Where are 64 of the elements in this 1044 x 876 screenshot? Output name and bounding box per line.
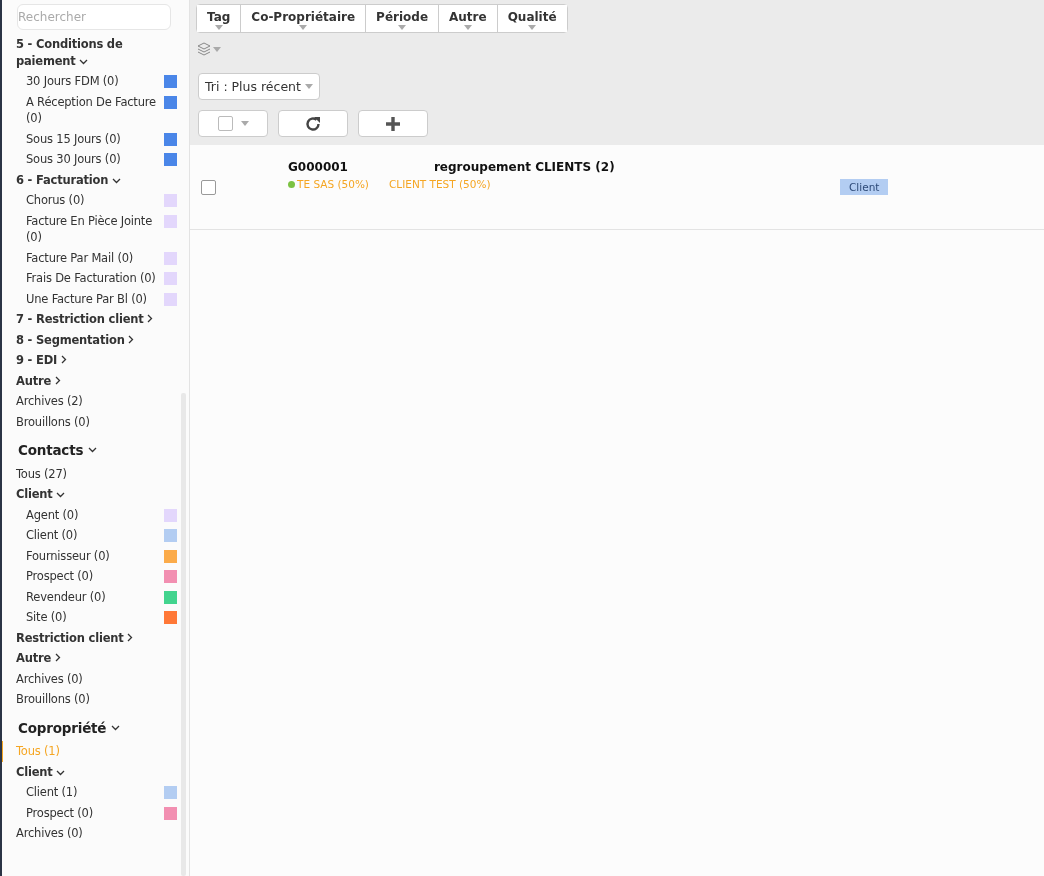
record-code: G000001 (288, 160, 348, 174)
category-item[interactable]: Frais De Facturation (0) (2, 268, 177, 289)
sidebar-item[interactable]: Brouillons (0) (2, 411, 177, 432)
category-item[interactable]: Prospect (0) (2, 566, 177, 587)
category-item[interactable]: Chorus (0) (2, 190, 177, 211)
refresh-button[interactable] (278, 110, 348, 137)
chevron-down-icon (56, 769, 66, 776)
category-item[interactable]: Facture Par Mail (0) (2, 247, 177, 268)
category-item[interactable]: Sous 15 Jours (0) (2, 128, 177, 149)
sort-dropdown[interactable]: Tri : Plus récent (198, 73, 320, 100)
chevron-right-icon (128, 334, 135, 344)
category-item[interactable]: Fournisseur (0) (2, 545, 177, 566)
category-item[interactable]: 30 Jours FDM (0) (2, 71, 177, 92)
layers-icon (197, 42, 211, 56)
section-header[interactable]: Contacts (2, 440, 177, 461)
chevron-right-icon (54, 653, 61, 662)
refresh-icon (304, 114, 322, 133)
owner-share: TE SAS (50%) (297, 178, 369, 190)
select-all-dropdown[interactable] (198, 110, 268, 137)
chevron-right-icon (60, 355, 67, 364)
category-item[interactable]: Client (0) (2, 525, 177, 546)
group-header[interactable]: 8 - Segmentation (2, 329, 177, 350)
group-header[interactable]: Client (2, 761, 177, 782)
tag-label: Client (840, 179, 889, 195)
sidebar-item[interactable]: Archives (0) (2, 668, 177, 689)
chevron-down-icon (79, 58, 89, 65)
sidebar-item[interactable]: Archives (0) (2, 823, 177, 844)
search-field[interactable]: Rechercher (17, 4, 171, 30)
chevron-right-icon (147, 314, 154, 323)
group-header[interactable]: Client (2, 484, 177, 505)
row-checkbox[interactable] (201, 179, 216, 195)
add-button[interactable] (358, 110, 428, 137)
chevron-down-icon (56, 492, 66, 498)
category-item[interactable]: A Réception De Facture (0) (2, 91, 177, 129)
chevron-right-icon (54, 375, 61, 385)
category-item[interactable]: Une Facture Par Bl (0) (2, 288, 177, 309)
group-header[interactable]: 6 - Facturation (2, 169, 177, 190)
group-header[interactable]: 5 - Conditions de paiement (2, 34, 177, 71)
group-header[interactable]: Restriction client (2, 627, 177, 648)
section-header[interactable]: Copropriété (2, 717, 177, 738)
chevron-down-icon (88, 447, 98, 454)
group-header[interactable]: 9 - EDI (2, 350, 177, 371)
category-item[interactable]: Revendeur (0) (2, 586, 177, 607)
plus-icon (385, 115, 401, 132)
category-item[interactable]: Site (0) (2, 607, 177, 628)
record-row[interactable]: G000001 regroupement CLIENTS (2) TE SAS (50%) CLIENT TEST (50%) Client (190, 145, 1044, 230)
sidebar-item[interactable]: Archives (2) (2, 391, 177, 412)
category-item[interactable]: Facture En Pièce Jointe (0) (2, 210, 177, 248)
group-header[interactable]: Autre (2, 648, 177, 669)
filter-dropdown[interactable]: Tag (197, 5, 242, 32)
record-title: regroupement CLIENTS (2) (433, 160, 615, 174)
category-item[interactable]: Agent (0) (2, 504, 177, 525)
group-header[interactable]: Autre (2, 370, 177, 391)
sidebar-item[interactable]: Brouillons (0) (2, 689, 177, 710)
category-item[interactable]: Prospect (0) (2, 802, 177, 823)
sidebar-item[interactable]: Tous (27) (2, 463, 177, 484)
owner-share: CLIENT TEST (50%) (388, 178, 491, 190)
category-item[interactable]: Sous 30 Jours (0) (2, 149, 177, 170)
chevron-right-icon (127, 632, 134, 642)
category-item[interactable]: Client (1) (2, 782, 177, 803)
chevron-down-icon (111, 724, 121, 731)
group-header[interactable]: 7 - Restriction client (2, 309, 177, 330)
status-dot (288, 180, 295, 188)
chevron-down-icon (112, 177, 121, 184)
